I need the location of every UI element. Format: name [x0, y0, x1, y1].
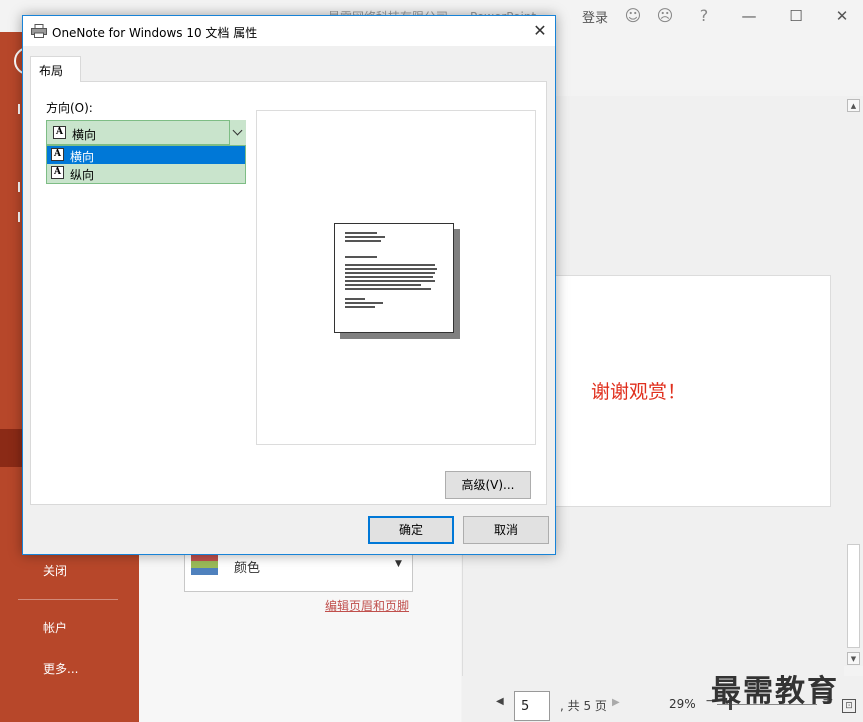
- option-label: 横向: [70, 150, 95, 164]
- sidebar-item-account[interactable]: 帐户: [43, 619, 67, 636]
- next-page-icon[interactable]: ▶: [612, 697, 620, 708]
- text-line: [345, 256, 377, 258]
- printer-icon: [31, 24, 47, 38]
- scroll-down-icon[interactable]: ▼: [847, 652, 860, 665]
- sidebar-item-more[interactable]: 更多...: [43, 660, 78, 677]
- option-label: 纵向: [70, 168, 95, 182]
- smile-icon[interactable]: ☺: [623, 6, 643, 26]
- maximize-icon[interactable]: ☐: [785, 6, 807, 26]
- sidebar-item-close[interactable]: 关闭: [43, 562, 67, 579]
- frown-icon[interactable]: ☹: [655, 6, 675, 26]
- edit-header-footer-link[interactable]: 编辑页眉和页脚: [325, 597, 409, 614]
- orientation-dropdown-list: A 横向 A 纵向: [46, 145, 246, 184]
- dialog-title: OneNote for Windows 10 文档 属性: [52, 26, 258, 40]
- text-line: [345, 240, 381, 242]
- orientation-combobox[interactable]: A 横向: [46, 120, 246, 145]
- fit-to-window-icon[interactable]: ⊡: [842, 699, 856, 713]
- login-link[interactable]: 登录: [582, 7, 608, 26]
- text-line: [345, 236, 385, 238]
- advanced-button[interactable]: 高级(V)...: [445, 471, 531, 499]
- dialog-titlebar: OneNote for Windows 10 文档 属性 ✕: [23, 16, 555, 46]
- help-icon[interactable]: ?: [694, 6, 714, 26]
- dropdown-arrow-icon: ▼: [395, 559, 402, 569]
- scroll-thumb[interactable]: [847, 544, 860, 648]
- prev-page-icon[interactable]: ◀: [496, 696, 504, 707]
- text-line: [345, 268, 437, 270]
- orientation-selected-value: 横向: [72, 128, 97, 142]
- page-orientation-preview: [256, 110, 536, 445]
- text-line: [345, 264, 435, 266]
- minimize-icon[interactable]: —: [738, 6, 760, 26]
- page-number-input[interactable]: [514, 691, 550, 721]
- text-line: [345, 284, 421, 286]
- ok-button[interactable]: 确定: [368, 516, 454, 544]
- orientation-label: 方向(O):: [46, 101, 93, 115]
- tab-layout[interactable]: 布局: [30, 56, 81, 82]
- slide-text: 谢谢观赏！: [591, 381, 687, 403]
- close-window-icon[interactable]: ✕: [831, 6, 853, 26]
- color-swatch: [191, 561, 218, 568]
- vertical-scrollbar[interactable]: ▲ ▼: [844, 96, 863, 666]
- watermark: 最需教育: [711, 674, 839, 709]
- cancel-button[interactable]: 取消: [463, 516, 549, 544]
- properties-dialog: OneNote for Windows 10 文档 属性 ✕ 布局 方向(O):…: [22, 15, 556, 555]
- sidebar-divider: [18, 599, 118, 600]
- text-line: [345, 232, 377, 234]
- text-line: [345, 302, 383, 304]
- text-line: [345, 288, 431, 290]
- color-swatch: [191, 554, 218, 561]
- text-line: [345, 280, 435, 282]
- orientation-option-portrait[interactable]: A 纵向: [47, 164, 245, 182]
- dialog-close-icon[interactable]: ✕: [528, 21, 552, 41]
- text-line: [345, 272, 435, 274]
- page-total: , 共 5 页: [560, 699, 607, 713]
- text-line: [345, 298, 365, 300]
- color-swatch: [191, 568, 218, 575]
- orientation-option-landscape[interactable]: A 横向: [47, 146, 245, 164]
- portrait-icon: A: [51, 166, 64, 179]
- text-line: [345, 306, 375, 308]
- paper-sample-icon: [334, 223, 454, 333]
- landscape-icon: A: [53, 126, 66, 139]
- landscape-icon: A: [51, 148, 64, 161]
- slide-preview: 谢谢观赏！: [544, 275, 831, 507]
- zoom-level: 29%: [669, 697, 696, 711]
- chevron-down-icon[interactable]: [229, 120, 246, 145]
- color-select-label: 颜色: [234, 561, 261, 576]
- text-line: [345, 276, 433, 278]
- layout-tab-panel: 方向(O): A 横向 A 横向 A 纵向 高级(V)...: [30, 81, 547, 505]
- scroll-up-icon[interactable]: ▲: [847, 99, 860, 112]
